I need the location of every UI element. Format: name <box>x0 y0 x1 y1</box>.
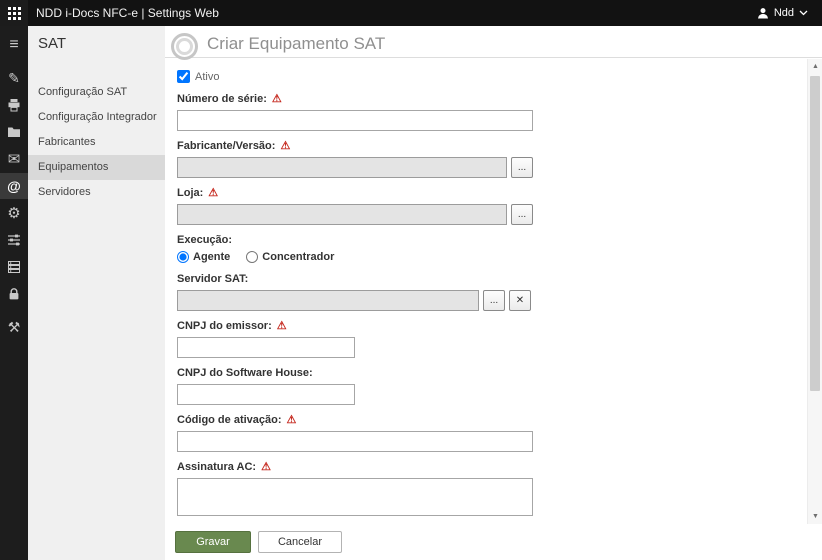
user-name: Ndd <box>773 7 794 19</box>
rail-item-documents[interactable] <box>0 119 28 145</box>
waffle-grid-icon <box>7 6 21 20</box>
sidebar-item-servidores[interactable]: Servidores <box>28 180 165 205</box>
servidor-sat-label: Servidor SAT: <box>177 273 249 285</box>
chevron-down-icon <box>799 10 808 16</box>
loja-picker-button[interactable]: ... <box>511 204 533 225</box>
section-sidebar: SAT Configuração SAT Configuração Integr… <box>28 26 165 560</box>
page-emblem-icon <box>171 33 198 60</box>
servidor-clear-button[interactable]: ✕ <box>509 290 531 311</box>
rail-item-printer[interactable] <box>0 92 28 118</box>
folder-icon <box>8 127 20 137</box>
cnpj-software-house-input[interactable] <box>177 384 355 405</box>
ativo-checkbox[interactable] <box>177 70 190 83</box>
cancel-button[interactable]: Cancelar <box>258 531 342 553</box>
lock-icon <box>9 288 19 300</box>
required-warning-icon: ⚠ <box>286 413 297 426</box>
sidebar-title: SAT <box>38 35 67 52</box>
rail-item-at[interactable]: @ <box>0 173 28 199</box>
ativo-label: Ativo <box>195 70 220 83</box>
assinatura-ac-field: Assinatura AC: ⚠ <box>177 461 807 516</box>
cnpj-software-house-label: CNPJ do Software House: <box>177 367 313 379</box>
sidebar-item-equipamentos[interactable]: Equipamentos <box>28 155 165 180</box>
fabricante-picker-button[interactable]: ... <box>511 157 533 178</box>
agente-radio[interactable] <box>177 251 189 263</box>
sidebar-item-fabricantes[interactable]: Fabricantes <box>28 130 165 155</box>
numero-serie-input[interactable] <box>177 110 533 131</box>
save-button[interactable]: Gravar <box>175 531 251 553</box>
main-content: Criar Equipamento SAT Ativo Número de sé… <box>165 26 822 560</box>
loja-label: Loja: <box>177 187 204 199</box>
required-warning-icon: ⚠ <box>280 139 291 152</box>
sidebar-items: Configuração SAT Configuração Integrador… <box>28 80 165 205</box>
sidebar-item-configuracao-integrador[interactable]: Configuração Integrador <box>28 105 165 130</box>
assinatura-ac-textarea[interactable] <box>177 478 533 516</box>
ativo-field: Ativo <box>177 70 807 83</box>
sliders-icon <box>8 234 20 246</box>
codigo-ativacao-input[interactable] <box>177 431 533 452</box>
loja-field: Loja: ⚠ ... <box>177 187 807 225</box>
concentrador-radio[interactable] <box>246 251 259 263</box>
rail-item-security[interactable] <box>0 281 28 307</box>
required-warning-icon: ⚠ <box>271 92 282 105</box>
cnpj-emissor-field: CNPJ do emissor: ⚠ <box>177 320 807 358</box>
execucao-option-agente[interactable]: Agente <box>177 251 230 263</box>
rail-item-maintenance[interactable]: ⚒ <box>0 314 28 340</box>
menu-icon: ≡ <box>9 36 19 53</box>
execucao-field: Execução: <box>177 234 807 246</box>
rail-item-settings[interactable]: ⚙ <box>0 200 28 226</box>
scrollbar-thumb[interactable] <box>810 76 820 391</box>
top-bar: NDD i-Docs NFC-e | Settings Web Ndd <box>0 0 822 26</box>
scroll-up-button[interactable]: ▲ <box>808 59 822 74</box>
rail-item-menu[interactable]: ≡ <box>0 32 28 58</box>
numero-serie-field: Número de série: ⚠ <box>177 93 807 131</box>
pen-tool-icon: ✎ <box>8 70 20 86</box>
app-launcher-button[interactable] <box>0 0 28 26</box>
assinatura-ac-label: Assinatura AC: <box>177 461 257 473</box>
execucao-option-concentrador[interactable]: Concentrador <box>246 251 334 263</box>
execucao-label: Execução: <box>177 234 233 246</box>
at-icon: @ <box>7 178 21 194</box>
servidor-sat-field: Servidor SAT: ... ✕ <box>177 273 807 311</box>
form-area: Ativo Número de série: ⚠ Fabricante/Vers… <box>165 59 807 524</box>
servidor-picker-button[interactable]: ... <box>483 290 505 311</box>
cnpj-software-house-field: CNPJ do Software House: <box>177 367 807 405</box>
codigo-ativacao-field: Código de ativação: ⚠ <box>177 414 807 452</box>
server-icon <box>8 261 20 273</box>
icon-rail: ≡ ✎ ✉ @ ⚙ ⚒ <box>0 26 28 560</box>
rail-item-servers[interactable] <box>0 254 28 280</box>
vertical-scrollbar[interactable]: ▲ ▼ <box>807 59 822 524</box>
form-footer: Gravar Cancelar <box>165 524 822 560</box>
codigo-ativacao-label: Código de ativação: <box>177 414 282 426</box>
user-icon <box>757 8 768 19</box>
page-title: Criar Equipamento SAT <box>207 33 386 53</box>
gear-icon: ⚙ <box>7 204 21 222</box>
fabricante-label: Fabricante/Versão: <box>177 140 276 152</box>
cnpj-emissor-input[interactable] <box>177 337 355 358</box>
app-title: NDD i-Docs NFC-e | Settings Web <box>36 6 219 20</box>
rail-item-mail[interactable]: ✉ <box>0 146 28 172</box>
wrench-icon: ⚒ <box>7 319 21 335</box>
rail-item-tools[interactable]: ✎ <box>0 65 28 91</box>
scroll-down-button[interactable]: ▼ <box>808 509 822 524</box>
fabricante-field: Fabricante/Versão: ⚠ ... <box>177 140 807 178</box>
loja-input <box>177 204 507 225</box>
printer-icon <box>8 99 20 112</box>
execucao-options: Agente Concentrador <box>177 251 807 263</box>
page-header: Criar Equipamento SAT <box>165 26 822 60</box>
rail-item-parameters[interactable] <box>0 227 28 253</box>
fabricante-input <box>177 157 507 178</box>
mail-icon: ✉ <box>7 150 21 168</box>
required-warning-icon: ⚠ <box>208 186 219 199</box>
user-menu[interactable]: Ndd <box>757 7 808 19</box>
required-warning-icon: ⚠ <box>261 460 271 473</box>
cnpj-emissor-label: CNPJ do emissor: <box>177 320 272 332</box>
servidor-sat-input <box>177 290 479 311</box>
sidebar-item-configuracao-sat[interactable]: Configuração SAT <box>28 80 165 105</box>
required-warning-icon: ⚠ <box>276 319 287 332</box>
numero-serie-label: Número de série: <box>177 93 267 105</box>
